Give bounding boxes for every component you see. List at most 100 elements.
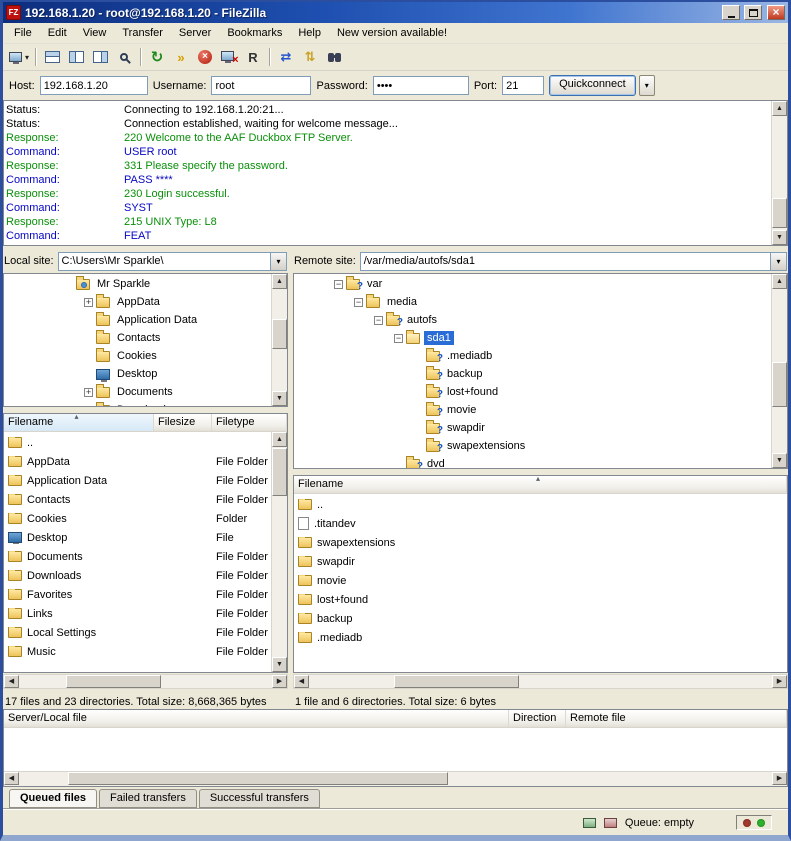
log-scrollbar[interactable]: ▲ ▼ xyxy=(771,101,787,245)
menu-view[interactable]: View xyxy=(75,24,115,42)
tree-item-desktop[interactable]: Desktop xyxy=(4,365,271,383)
queue-horizontal-scrollbar[interactable]: ◀ ▶ xyxy=(4,771,787,786)
site-manager-button[interactable]: ▾ xyxy=(7,46,31,68)
menu-edit[interactable]: Edit xyxy=(40,24,75,42)
remote-site-dropdown-button[interactable]: ▾ xyxy=(770,253,786,270)
column-header-filename[interactable]: ▴Filename xyxy=(294,476,787,493)
collapse-icon[interactable]: − xyxy=(334,280,343,289)
file-row-desktop[interactable]: DesktopFile xyxy=(4,528,287,547)
tree-item-mediadb[interactable]: ?.mediadb xyxy=(294,347,771,365)
scroll-thumb[interactable] xyxy=(272,448,287,496)
tree-item-mr-sparkle[interactable]: Mr Sparkle xyxy=(4,275,271,293)
scroll-right-icon[interactable]: ▶ xyxy=(772,675,787,688)
file-row-application-data[interactable]: Application DataFile Folder xyxy=(4,471,287,490)
menu-file[interactable]: File xyxy=(6,24,40,42)
file-row-lost-found[interactable]: lost+found xyxy=(294,590,787,609)
collapse-icon[interactable]: − xyxy=(374,316,383,325)
scroll-left-icon[interactable]: ◀ xyxy=(4,675,19,688)
tree-item-autofs[interactable]: −?autofs xyxy=(294,311,771,329)
tree-item-swapextensions[interactable]: ?swapextensions xyxy=(294,437,771,455)
file-row-backup[interactable]: backup xyxy=(294,609,787,628)
titlebar[interactable]: FZ 192.168.1.20 - root@192.168.1.20 - Fi… xyxy=(3,2,788,23)
file-row-cookies[interactable]: CookiesFolder xyxy=(4,509,287,528)
file-row-mediadb[interactable]: .mediadb xyxy=(294,628,787,647)
find-button[interactable] xyxy=(322,46,346,68)
tab-successful-transfers[interactable]: Successful transfers xyxy=(199,789,320,808)
quickconnect-dropdown-button[interactable]: ▾ xyxy=(639,75,655,96)
scroll-thumb[interactable] xyxy=(394,675,519,688)
scroll-down-icon[interactable]: ▼ xyxy=(772,453,787,468)
disconnect-button[interactable]: × xyxy=(217,46,241,68)
cancel-button[interactable]: × xyxy=(193,46,217,68)
statusbar-icon-b[interactable] xyxy=(604,818,617,828)
toggle-log-button[interactable] xyxy=(40,46,64,68)
remote-site-path[interactable]: /var/media/autofs/sda1 xyxy=(361,255,770,267)
scroll-thumb[interactable] xyxy=(272,319,287,349)
file-row-favorites[interactable]: FavoritesFile Folder xyxy=(4,585,287,604)
menu-help[interactable]: Help xyxy=(290,24,329,42)
scroll-thumb[interactable] xyxy=(68,772,448,785)
collapse-icon[interactable]: − xyxy=(354,298,363,307)
local-site-path[interactable]: C:\Users\Mr Sparkle\ xyxy=(59,255,270,267)
refresh-button[interactable]: ↻ xyxy=(145,46,169,68)
tree-item-sda1[interactable]: −sda1 xyxy=(294,329,771,347)
remote-tree-scrollbar[interactable]: ▲ ▼ xyxy=(771,274,787,468)
tree-item-media[interactable]: −media xyxy=(294,293,771,311)
column-header-filetype[interactable]: Filetype xyxy=(212,414,287,431)
local-horizontal-scrollbar[interactable]: ◀ ▶ xyxy=(3,674,288,689)
process-queue-button[interactable]: » xyxy=(169,46,193,68)
tree-item-documents[interactable]: +Documents xyxy=(4,383,271,401)
scroll-thumb[interactable] xyxy=(772,198,787,228)
quickconnect-button[interactable]: Quickconnect xyxy=(549,75,636,96)
tree-item-movie[interactable]: ?movie xyxy=(294,401,771,419)
scroll-right-icon[interactable]: ▶ xyxy=(772,772,787,785)
file-row-music[interactable]: MusicFile Folder xyxy=(4,642,287,661)
menu-server[interactable]: Server xyxy=(171,24,219,42)
tree-item-cookies[interactable]: Cookies xyxy=(4,347,271,365)
local-list-scrollbar[interactable]: ▲ ▼ xyxy=(271,432,287,672)
minimize-button[interactable] xyxy=(722,5,740,20)
column-header-remote-file[interactable]: Remote file xyxy=(566,710,787,727)
file-row-titandev[interactable]: .titandev xyxy=(294,514,787,533)
file-row-links[interactable]: LinksFile Folder xyxy=(4,604,287,623)
scroll-up-icon[interactable]: ▲ xyxy=(272,274,287,289)
menu-new-version-notice[interactable]: New version available! xyxy=(329,24,455,42)
scroll-left-icon[interactable]: ◀ xyxy=(294,675,309,688)
file-row-up[interactable]: .. xyxy=(294,495,787,514)
file-row-downloads[interactable]: DownloadsFile Folder xyxy=(4,566,287,585)
scroll-down-icon[interactable]: ▼ xyxy=(272,391,287,406)
sync-button[interactable]: ⇅ xyxy=(298,46,322,68)
file-row-movie[interactable]: movie xyxy=(294,571,787,590)
tree-item-var[interactable]: −?var xyxy=(294,275,771,293)
tab-queued-files[interactable]: Queued files xyxy=(9,789,97,808)
tree-item-contacts[interactable]: Contacts xyxy=(4,329,271,347)
column-header-filename[interactable]: ▴Filename xyxy=(4,414,154,431)
file-row-up[interactable]: .. xyxy=(4,433,287,452)
toggle-queue-button[interactable] xyxy=(112,46,136,68)
password-input[interactable] xyxy=(373,76,469,95)
scroll-right-icon[interactable]: ▶ xyxy=(272,675,287,688)
scroll-down-icon[interactable]: ▼ xyxy=(272,657,287,672)
tree-item-application-data[interactable]: Application Data xyxy=(4,311,271,329)
scroll-up-icon[interactable]: ▲ xyxy=(772,101,787,116)
tree-item-swapdir[interactable]: ?swapdir xyxy=(294,419,771,437)
port-input[interactable] xyxy=(502,76,544,95)
column-header-direction[interactable]: Direction xyxy=(509,710,566,727)
column-header-filesize[interactable]: Filesize xyxy=(154,414,212,431)
local-tree-scrollbar[interactable]: ▲ ▼ xyxy=(271,274,287,406)
local-site-dropdown-button[interactable]: ▾ xyxy=(270,253,286,270)
scroll-thumb[interactable] xyxy=(772,362,787,407)
tree-item-appdata[interactable]: +AppData xyxy=(4,293,271,311)
username-input[interactable] xyxy=(211,76,311,95)
file-row-swapextensions[interactable]: swapextensions xyxy=(294,533,787,552)
menu-bookmarks[interactable]: Bookmarks xyxy=(219,24,290,42)
scroll-up-icon[interactable]: ▲ xyxy=(772,274,787,289)
host-input[interactable] xyxy=(40,76,148,95)
remote-horizontal-scrollbar[interactable]: ◀ ▶ xyxy=(293,674,788,689)
file-row-local-settings[interactable]: Local SettingsFile Folder xyxy=(4,623,287,642)
statusbar-icon-a[interactable] xyxy=(583,818,596,828)
scroll-thumb[interactable] xyxy=(66,675,161,688)
file-row-documents[interactable]: DocumentsFile Folder xyxy=(4,547,287,566)
collapse-icon[interactable]: − xyxy=(394,334,403,343)
file-row-appdata[interactable]: AppDataFile Folder xyxy=(4,452,287,471)
